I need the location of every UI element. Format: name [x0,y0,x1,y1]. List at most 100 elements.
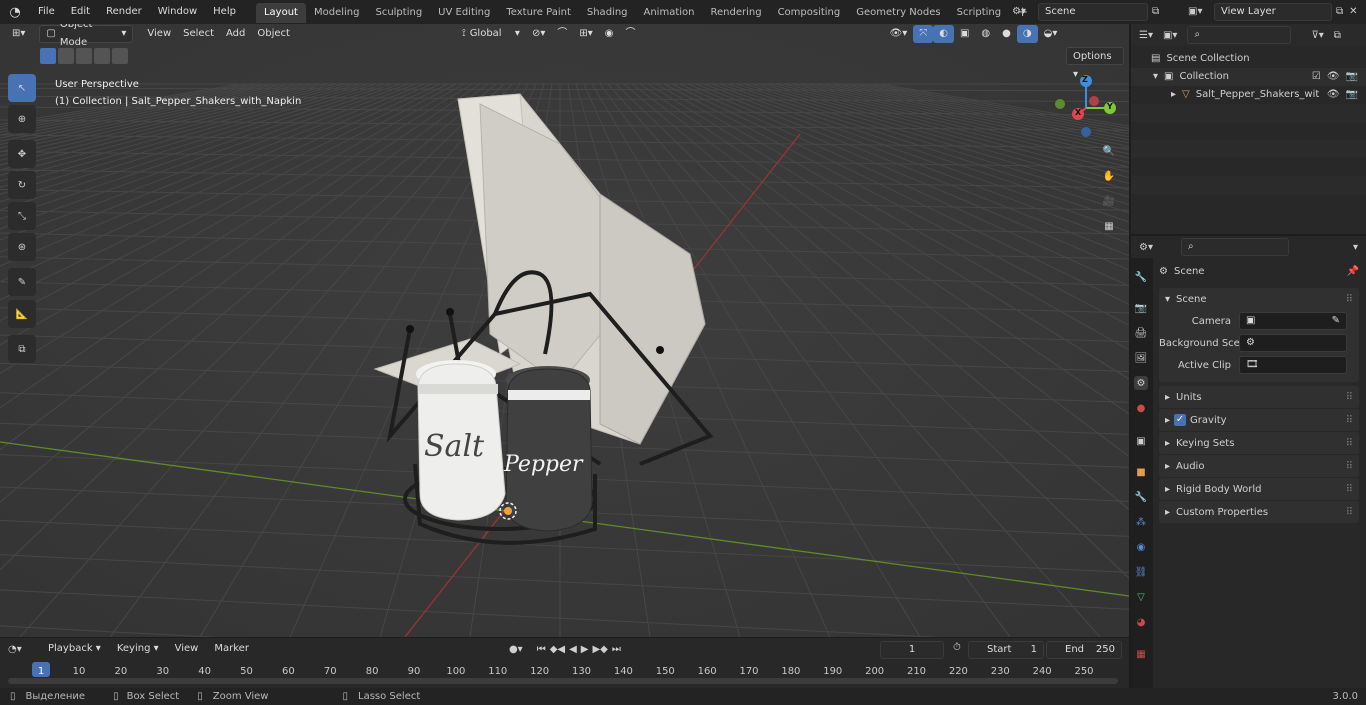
material-tab-icon[interactable]: ◕ [1134,615,1148,629]
render-camera-icon[interactable]: 📷 [1346,86,1358,104]
expand-icon[interactable]: ▸ [1171,86,1176,104]
drag-handle-icon[interactable]: ⠿ [1346,507,1353,518]
render-camera-icon[interactable]: 📷 [1346,68,1358,86]
scene-name-field[interactable]: Scene [1038,2,1148,21]
move-tool[interactable]: ✥ [8,140,36,168]
tab-sculpting[interactable]: Sculpting [367,3,430,23]
collection-tab-icon[interactable]: ▣ [1134,434,1148,448]
tab-compositing[interactable]: Compositing [770,3,849,23]
editor-type-icon[interactable]: ⊞▾ [6,25,31,43]
scene-tab-icon[interactable]: ⚙ [1134,376,1148,390]
menu-render[interactable]: Render [98,0,150,24]
render-tab-icon[interactable]: 📷 [1134,301,1148,315]
menu-window[interactable]: Window [150,0,205,24]
view-layer-field[interactable]: View Layer [1214,2,1332,21]
drag-handle-icon[interactable]: ⠿ [1346,438,1353,449]
keying-menu[interactable]: Keying ▾ [111,640,165,658]
preview-range-icon[interactable]: ⏱ [953,642,961,653]
select-invert-icon[interactable] [94,48,110,64]
display-mode-icon[interactable]: ▣▾ [1163,30,1177,41]
grid-perspective-icon[interactable]: ▦ [1098,215,1120,237]
tab-geometry-nodes[interactable]: Geometry Nodes [848,3,948,23]
view-layer-selector[interactable]: ▣▾ View Layer ⧉ ✕ [1188,2,1364,21]
view-layer-tab-icon[interactable]: 🖼 [1134,351,1148,365]
menu-object[interactable]: Object [251,25,296,43]
solid-shading-icon[interactable]: ● [996,25,1017,43]
gravity-panel[interactable]: ▸ ✓ Gravity ⠿ [1159,409,1359,431]
snap-target-icon[interactable]: ⊞▾ [573,25,598,43]
gravity-checkbox[interactable]: ✓ [1174,414,1187,426]
drag-handle-icon[interactable]: ⠿ [1346,294,1353,305]
mode-dropdown[interactable]: ▢ Object Mode ▾ [39,24,134,48]
material-shading-icon[interactable]: ◑ [1016,25,1038,43]
eyedropper-icon[interactable]: ✎ [1332,313,1340,329]
marker-menu[interactable]: Marker [208,640,255,658]
tab-layout[interactable]: Layout [255,3,306,23]
modifier-tab-icon[interactable]: 🔧 [1134,490,1148,504]
menu-view[interactable]: View [141,25,177,43]
world-tab-icon[interactable]: ● [1134,401,1148,415]
background-scene-field[interactable]: ⚙ [1239,334,1347,352]
zoom-icon[interactable]: 🔍 [1098,140,1120,162]
menu-file[interactable]: File [30,0,63,24]
add-cube-tool[interactable]: ⧉ [8,335,36,363]
gizmo-toggle-icon[interactable]: ⤧ [913,25,934,43]
menu-edit[interactable]: Edit [63,0,98,24]
constraints-tab-icon[interactable]: ⛓ [1134,565,1148,579]
drag-handle-icon[interactable]: ⠿ [1346,461,1353,472]
tab-animation[interactable]: Animation [636,3,703,23]
scale-tool[interactable]: ⤡ [8,202,36,230]
blender-logo-icon[interactable]: ◔ [0,5,30,20]
texture-tab-icon[interactable]: ▦ [1134,647,1148,661]
xray-icon[interactable]: ▣ [954,25,975,43]
outliner-row-collection[interactable]: ▾ ▣ Collection ☑ 👁 📷 [1131,68,1366,86]
exclude-checkbox[interactable]: ☑ [1312,68,1321,86]
select-box-tool[interactable]: ↖ [8,74,36,102]
filter-icon[interactable]: ⊽▾ [1311,30,1323,41]
copy-scene-icon[interactable]: ⧉ [1152,6,1159,17]
timeline-scrollbar[interactable] [8,678,1118,684]
visibility-icon[interactable]: 👁▾ [884,25,914,43]
select-new-icon[interactable] [40,48,56,64]
scene-selector[interactable]: ⚙▾ Scene ⧉ [1012,2,1164,21]
active-clip-field[interactable]: 🎞 [1239,356,1347,374]
falloff-icon[interactable]: ⌒ [620,25,642,43]
record-icon[interactable]: ●▾ [509,644,523,655]
drag-handle-icon[interactable]: ⠿ [1346,392,1353,403]
scene-panel-header[interactable]: ▾ Scene ⠿ [1159,288,1359,310]
select-extend-icon[interactable] [58,48,74,64]
pivot-icon[interactable]: ⊘▾ [526,25,551,43]
eye-icon[interactable]: 👁 [1327,68,1340,86]
expand-icon[interactable]: ▾ [1153,68,1158,86]
timeline-editor-icon[interactable]: ◔▾ [8,644,38,655]
transform-tool[interactable]: ⊛ [8,233,36,261]
wireframe-shading-icon[interactable]: ◍ [975,25,996,43]
tool-tab-icon[interactable]: 🔧 [1134,270,1148,284]
copy-view-layer-icon[interactable]: ⧉ [1336,6,1343,17]
object-tab-icon[interactable]: ■ [1134,465,1148,479]
outliner-editor-icon[interactable]: ☰▾ [1139,30,1153,41]
start-frame-field[interactable]: Start 1 [968,641,1044,659]
playback-menu[interactable]: Playback ▾ [42,640,107,658]
menu-select[interactable]: Select [177,25,220,43]
overlay-toggle-icon[interactable]: ◐ [933,25,954,43]
rigid-body-world-panel[interactable]: ▸ Rigid Body World ⠿ [1159,478,1359,500]
data-tab-icon[interactable]: ▽ [1134,590,1148,604]
snap-icon[interactable]: ⌒ [551,25,573,43]
annotate-tool[interactable]: ✎ [8,268,36,296]
options-dropdown[interactable]: Options ▾ [1066,47,1124,80]
physics-tab-icon[interactable]: ◉ [1134,540,1148,554]
proportional-edit-icon[interactable]: ◉ [599,25,620,43]
units-panel[interactable]: ▸ Units ⠿ [1159,386,1359,408]
remove-view-layer-icon[interactable]: ✕ [1349,6,1357,17]
menu-add[interactable]: Add [220,25,251,43]
end-frame-field[interactable]: End 250 [1046,641,1122,659]
properties-editor-icon[interactable]: ⚙▾ [1139,242,1153,253]
tab-uv-editing[interactable]: UV Editing [430,3,498,23]
output-tab-icon[interactable]: 🖨 [1134,326,1148,340]
particles-tab-icon[interactable]: ⁂ [1134,515,1148,529]
play-icon[interactable]: ▶ [581,644,589,655]
measure-tool[interactable]: 📐 [8,300,36,328]
outliner-row-object[interactable]: ▸ ▽ Salt_Pepper_Shakers_wit 👁 📷 [1131,86,1366,104]
audio-panel[interactable]: ▸ Audio ⠿ [1159,455,1359,477]
